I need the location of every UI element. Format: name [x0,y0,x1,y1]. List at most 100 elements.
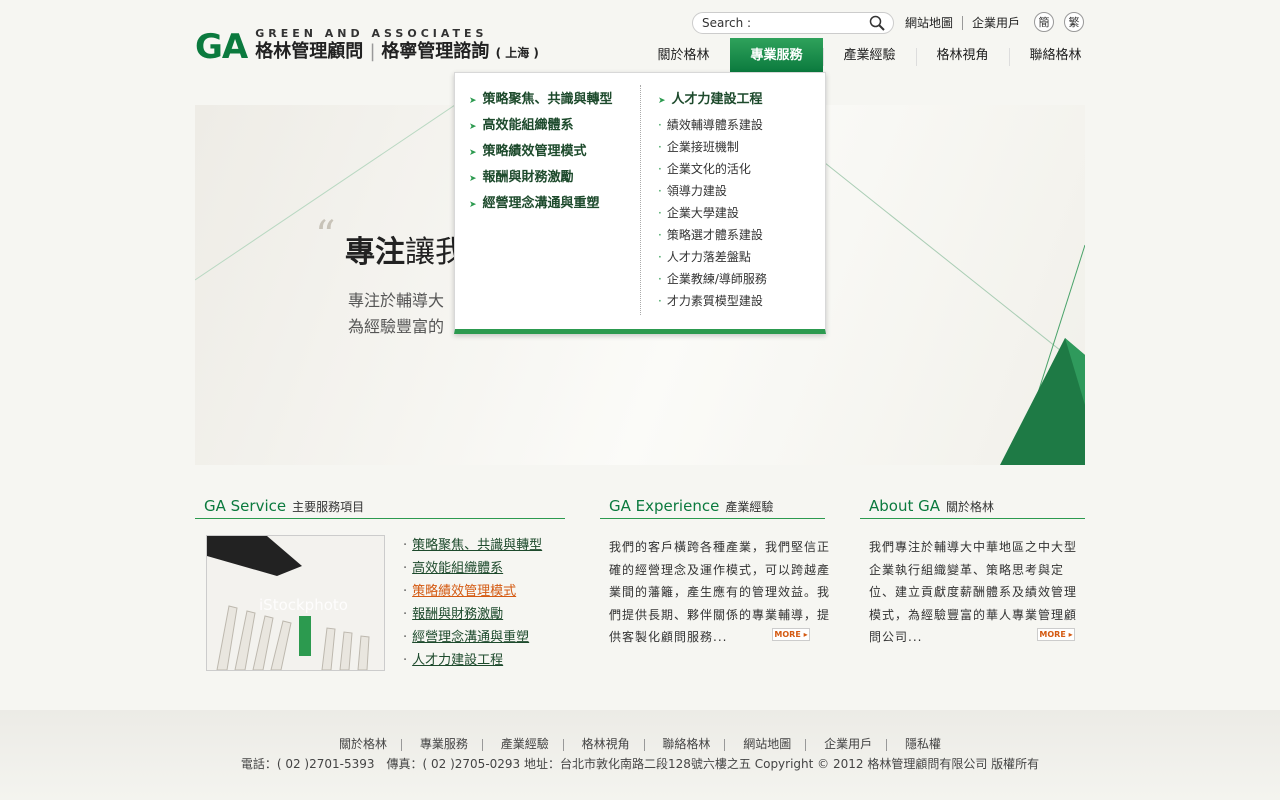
dropdown-subitem[interactable]: 人才力落差盤點 [658,249,767,271]
divider [724,738,726,751]
service-link-strategy[interactable]: 策略聚焦、共識與轉型 [403,537,542,560]
nav-contact[interactable]: 聯絡格林 [1009,38,1102,72]
divider [401,738,403,751]
dropdown-subitem[interactable]: 企業接班機制 [658,139,767,161]
services-dropdown-menu: ➤ 策略聚焦、共識與轉型 ➤ 高效能組織體系 ➤ 策略績效管理模式 ➤ 報酬與財務激勵 … [454,72,826,334]
about-line: 企業執行組織變革、策略思考與定 [869,562,1065,577]
experience-line: 我們的客戶橫跨各種產業，我們堅信正 [609,540,831,554]
about-section-header: About GA 關於格林 [860,496,1085,519]
dropdown-item[interactable]: ➤ 報酬與財務激勵 [469,169,613,195]
service-link-compensation[interactable]: 報酬與財務激勵 [403,606,542,629]
arrow-icon: ➤ [658,96,666,106]
dropdown-divider [640,85,641,315]
footer-link-contact[interactable]: 聯絡格林 [662,737,710,751]
dropdown-subitem[interactable]: 策略選才體系建設 [658,227,767,249]
logo-name-taiwan: 格林管理顧問 [255,41,364,62]
divider [481,738,483,751]
service-header-en: GA Service [204,497,287,515]
banner-title: 專注讓我 [345,227,465,271]
about-header-cn: 關於格林 [946,500,995,514]
banner-title-bold: 專注 [345,235,405,270]
logo-mark: GA [195,26,248,67]
divider [805,738,807,751]
arrow-icon: ➤ [469,200,477,210]
dropdown-talent-list: ➤人才力建設工程 績效輔導體系建設 企業接班機制 企業文化的活化 領導力建設 企… [658,91,767,315]
footer-links: 關於格林 專業服務 產業經驗 格林視角 聯絡格林 網站地圖 企業用戶 隱私權 [0,735,1280,752]
about-line: 位、建立貢獻度薪酬體系及績效管理 [869,585,1078,599]
top-links: 網站地圖 企業用戶 [905,14,1020,31]
dropdown-subitem[interactable]: 領導力建設 [658,183,767,205]
about-line: 我們專注於輔導大中華地區之中大型 [869,540,1078,554]
logo-name-shanghai: 格寧管理諮詢 [381,41,490,62]
corporate-user-link[interactable]: 企業用戶 [972,14,1020,31]
footer-link-services[interactable]: 專業服務 [420,737,468,751]
sitemap-link[interactable]: 網站地圖 [905,14,953,31]
dropdown-subitem[interactable]: 績效輔導體系建設 [658,117,767,139]
dropdown-item[interactable]: ➤ 策略聚焦、共識與轉型 [469,91,613,117]
footer-link-experience[interactable]: 產業經驗 [501,737,549,751]
stock-watermark: iStockphoto [259,596,348,614]
search-input[interactable] [751,13,876,33]
service-link-philosophy[interactable]: 經營理念溝通與重塑 [403,629,542,652]
dropdown-item[interactable]: ➤ 策略績效管理模式 [469,143,613,169]
arrow-icon: ➤ [469,174,477,184]
experience-line: 們提供長期、夥伴關係的專業輔導，提 [609,607,831,622]
service-link-performance[interactable]: 策略績效管理模式 [403,583,542,606]
logo-chinese-name: 格林管理顧問 | 格寧管理諮詢 ( 上海 ) [255,41,539,62]
service-list: 策略聚焦、共識與轉型 高效能組織體系 策略績效管理模式 報酬與財務激勵 經營理念… [403,537,542,675]
search-icon[interactable] [869,15,885,31]
dropdown-subitem[interactable]: 企業大學建設 [658,205,767,227]
service-header-cn: 主要服務項目 [292,500,365,514]
main-nav: 關於格林 專業服務 產業經驗 格林視角 聯絡格林 [637,38,1102,82]
experience-section-header: GA Experience 產業經驗 [600,496,825,519]
experience-line: 業間的藩籬，產生應有的管理效益。我 [609,585,831,599]
experience-more-button[interactable]: MORE ▸ [772,628,810,641]
dropdown-subitem[interactable]: 企業教練/導師服務 [658,271,767,293]
dropdown-talent-heading[interactable]: ➤ 人才力建設工程 [658,91,767,117]
domino-illustration: iStockphoto [207,536,384,670]
simplified-chinese-button[interactable]: 簡 [1034,12,1054,32]
banner-line-2: 為經驗豐富的 [348,317,445,336]
quote-mark: “ [315,213,336,259]
service-link-organization[interactable]: 高效能組織體系 [403,560,542,583]
dropdown-subitem[interactable]: 企業文化的活化 [658,161,767,183]
footer-link-privacy[interactable]: 隱私權 [905,737,941,751]
about-line: 模式，為經驗豐富的華人專業管理顧 [869,607,1078,622]
footer-link-sitemap[interactable]: 網站地圖 [743,737,791,751]
dropdown-main-list: ➤ 策略聚焦、共識與轉型 ➤ 高效能組織體系 ➤ 策略績效管理模式 ➤ 報酬與財務激勵 … [469,91,613,221]
divider [643,738,645,751]
nav-about[interactable]: 關於格林 [637,38,730,72]
site-logo[interactable]: GA GREEN AND ASSOCIATES 格林管理顧問 | 格寧管理諮詢 … [195,28,539,65]
service-section-header: GA Service 主要服務項目 [195,496,565,519]
logo-name-sub: ( 上海 ) [495,46,539,60]
service-image: iStockphoto [206,535,385,671]
experience-header-cn: 產業經驗 [725,500,774,514]
dropdown-subitem[interactable]: 才力素質模型建設 [658,293,767,315]
footer-contact-info: 電話：( 02 )2701-5393 傳真：( 02 )2705-0293 地址… [240,757,1040,771]
arrow-icon: ➤ [469,148,477,158]
more-label: MORE [774,630,801,639]
banner-line-1: 專注於輔導大 [348,291,445,310]
nav-perspective[interactable]: 格林視角 [916,38,1009,72]
about-more-button[interactable]: MORE ▸ [1037,628,1075,641]
nav-services[interactable]: 專業服務 [730,38,823,82]
arrow-icon: ➤ [469,96,477,106]
footer-link-perspective[interactable]: 格林視角 [582,737,630,751]
experience-line: 確的經營理念及運作模式，可以跨越產 [609,562,831,577]
nav-experience[interactable]: 產業經驗 [823,38,916,72]
dropdown-item[interactable]: ➤ 經營理念溝通與重塑 [469,195,613,221]
divider [962,15,964,30]
dropdown-item[interactable]: ➤ 高效能組織體系 [469,117,613,143]
more-label: MORE [1039,630,1066,639]
footer-link-corporate[interactable]: 企業用戶 [824,737,872,751]
logo-english-name: GREEN AND ASSOCIATES [255,27,488,40]
traditional-chinese-button[interactable]: 繁 [1064,12,1084,32]
about-header-en: About GA [869,497,941,515]
footer-link-about[interactable]: 關於格林 [339,737,387,751]
arrow-icon: ➤ [469,122,477,132]
search-label: Search : [702,16,752,30]
divider [886,738,888,751]
divider [562,738,564,751]
site-footer: 關於格林 專業服務 產業經驗 格林視角 聯絡格林 網站地圖 企業用戶 隱私權 電… [0,710,1280,800]
service-link-talent[interactable]: 人才力建設工程 [403,652,542,675]
